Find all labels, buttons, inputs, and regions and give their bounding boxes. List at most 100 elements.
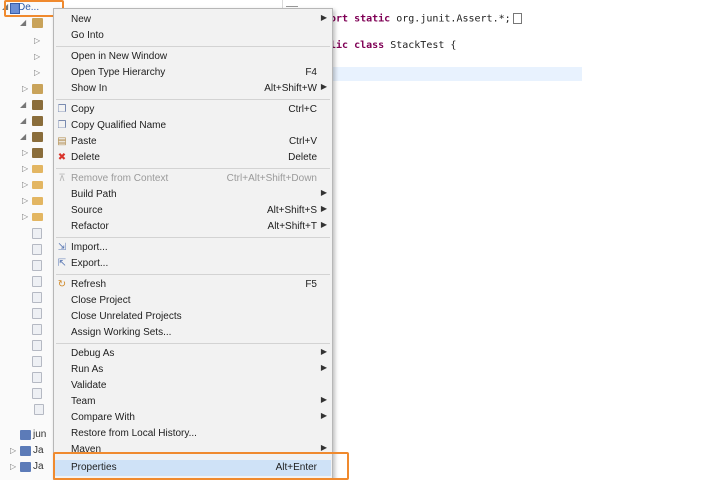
chevron-right-icon[interactable]: ▷ bbox=[34, 68, 42, 78]
tree-item[interactable]: ▷ bbox=[0, 210, 60, 224]
menu-item-close-project[interactable]: Close Project bbox=[55, 293, 331, 309]
menu-label: Refactor bbox=[71, 221, 109, 232]
tree-item[interactable]: ▷ bbox=[0, 162, 60, 176]
menu-item-copy[interactable]: ❐ Copy Ctrl+C bbox=[55, 102, 331, 118]
menu-item-assign-working-sets[interactable]: Assign Working Sets... bbox=[55, 325, 331, 341]
menu-item-compare-with[interactable]: Compare With ▶ bbox=[55, 410, 331, 426]
menu-item-import[interactable]: ⇲ Import... bbox=[55, 240, 331, 256]
menu-item-refactor[interactable]: Refactor Alt+Shift+T ▶ bbox=[55, 219, 331, 235]
tree-label: Ja bbox=[33, 445, 44, 456]
menu-label: Source bbox=[71, 205, 103, 216]
file-icon bbox=[32, 260, 42, 271]
menu-label: Show In bbox=[71, 83, 108, 94]
tree-item[interactable] bbox=[0, 242, 60, 256]
menu-label: Close Unrelated Projects bbox=[71, 311, 182, 322]
menu-label: Paste bbox=[71, 136, 97, 147]
menu-label: Refresh bbox=[71, 279, 107, 290]
tree-item[interactable] bbox=[0, 274, 60, 288]
package-icon bbox=[32, 18, 43, 28]
chevron-right-icon[interactable]: ▷ bbox=[22, 180, 30, 190]
menu-item-show-in[interactable]: Show In Alt+Shift+W ▶ bbox=[55, 81, 331, 97]
file-icon bbox=[32, 292, 42, 303]
tree-item[interactable] bbox=[0, 354, 60, 368]
tree-item[interactable]: ▷ bbox=[0, 178, 60, 192]
tree-item[interactable]: ▷ bbox=[0, 82, 60, 96]
tree-item[interactable] bbox=[0, 338, 60, 352]
chevron-down-icon[interactable]: ◢ bbox=[20, 116, 28, 126]
menu-item-go-into[interactable]: Go Into bbox=[55, 28, 331, 44]
chevron-right-icon[interactable]: ▷ bbox=[10, 462, 18, 472]
menu-item-team[interactable]: Team ▶ bbox=[55, 394, 331, 410]
chevron-down-icon[interactable]: ◢ bbox=[20, 100, 28, 110]
tree-item[interactable]: ▷ bbox=[0, 146, 60, 160]
menu-item-open-type-hierarchy[interactable]: Open Type Hierarchy F4 bbox=[55, 65, 331, 81]
menu-label: Validate bbox=[71, 380, 107, 391]
copy-qualified-icon: ❐ bbox=[57, 120, 67, 131]
tree-item[interactable]: ▷ bbox=[0, 66, 60, 80]
tree-item[interactable]: ◢ bbox=[0, 16, 60, 30]
tree-item[interactable]: ◢ bbox=[0, 114, 60, 128]
tree-item[interactable] bbox=[0, 226, 60, 240]
chevron-right-icon[interactable]: ▷ bbox=[34, 52, 42, 62]
chevron-right-icon[interactable]: ▷ bbox=[22, 84, 30, 94]
submenu-arrow-icon: ▶ bbox=[320, 188, 327, 197]
chevron-right-icon[interactable]: ▷ bbox=[34, 36, 42, 46]
chevron-right-icon[interactable]: ▷ bbox=[22, 148, 30, 158]
tree-item[interactable]: ▷ bbox=[0, 34, 60, 48]
tree-item[interactable] bbox=[0, 290, 60, 304]
file-icon bbox=[32, 244, 42, 255]
menu-item-export[interactable]: ⇱ Export... bbox=[55, 256, 331, 272]
tree-item[interactable]: ◢ bbox=[0, 130, 60, 144]
code-line-class[interactable]: lic class StackTest { bbox=[330, 40, 456, 51]
tree-item[interactable]: ▷ bbox=[0, 50, 60, 64]
menu-label: Team bbox=[71, 396, 96, 407]
package-icon bbox=[32, 84, 43, 94]
chevron-right-icon[interactable]: ▷ bbox=[10, 446, 18, 456]
code-text: org.junit.Assert.*; bbox=[390, 13, 511, 25]
menu-separator bbox=[56, 274, 330, 275]
menu-item-paste[interactable]: ▤ Paste Ctrl+V bbox=[55, 134, 331, 150]
tree-item[interactable] bbox=[0, 322, 60, 336]
tree-item[interactable]: ◢ bbox=[0, 98, 60, 112]
menu-shortcut: Delete bbox=[288, 152, 317, 163]
code-editor[interactable]: ort static org.junit.Assert.*; lic class… bbox=[282, 0, 720, 480]
menu-label: Assign Working Sets... bbox=[71, 327, 172, 338]
submenu-arrow-icon: ▶ bbox=[320, 13, 327, 22]
menu-item-delete[interactable]: ✖ Delete Delete bbox=[55, 150, 331, 166]
tree-item[interactable] bbox=[0, 306, 60, 320]
menu-item-build-path[interactable]: Build Path ▶ bbox=[55, 187, 331, 203]
code-line-import[interactable]: ort static org.junit.Assert.*; bbox=[330, 13, 522, 25]
menu-item-debug-as[interactable]: Debug As ▶ bbox=[55, 346, 331, 362]
menu-label: Remove from Context bbox=[71, 173, 169, 184]
tree-item[interactable] bbox=[0, 386, 60, 400]
menu-item-open-new-window[interactable]: Open in New Window bbox=[55, 49, 331, 65]
menu-label: Delete bbox=[71, 152, 100, 163]
menu-label: Close Project bbox=[71, 295, 131, 306]
menu-item-validate[interactable]: Validate bbox=[55, 378, 331, 394]
context-menu: New ▶ Go Into Open in New Window Open Typ… bbox=[53, 8, 333, 480]
menu-item-run-as[interactable]: Run As ▶ bbox=[55, 362, 331, 378]
menu-item-refresh[interactable]: ↻ Refresh F5 bbox=[55, 277, 331, 293]
menu-item-source[interactable]: Source Alt+Shift+S ▶ bbox=[55, 203, 331, 219]
tree-item[interactable] bbox=[0, 402, 60, 416]
tree-item[interactable] bbox=[0, 258, 60, 272]
folder-icon bbox=[32, 181, 43, 189]
file-icon bbox=[32, 276, 42, 287]
menu-item-restore-local-history[interactable]: Restore from Local History... bbox=[55, 426, 331, 442]
chevron-right-icon[interactable]: ▷ bbox=[22, 196, 30, 206]
tree-item[interactable]: ▷ bbox=[0, 194, 60, 208]
menu-item-new[interactable]: New ▶ bbox=[55, 12, 331, 28]
tree-item-ja2[interactable]: ▷ Ja bbox=[0, 460, 60, 474]
chevron-right-icon[interactable]: ▷ bbox=[22, 212, 30, 222]
tree-item-ja1[interactable]: ▷ Ja bbox=[0, 444, 60, 458]
menu-item-remove-from-context[interactable]: ⊼ Remove from Context Ctrl+Alt+Shift+Down bbox=[55, 171, 331, 187]
tree-item[interactable] bbox=[0, 370, 60, 384]
folded-import-icon[interactable] bbox=[512, 13, 522, 24]
tree-item-jun[interactable]: jun bbox=[0, 428, 60, 442]
chevron-down-icon[interactable]: ◢ bbox=[20, 132, 28, 142]
menu-shortcut: Ctrl+V bbox=[288, 136, 317, 147]
chevron-right-icon[interactable]: ▷ bbox=[22, 164, 30, 174]
menu-item-copy-qualified-name[interactable]: ❐ Copy Qualified Name bbox=[55, 118, 331, 134]
chevron-down-icon[interactable]: ◢ bbox=[20, 18, 28, 28]
menu-item-close-unrelated-projects[interactable]: Close Unrelated Projects bbox=[55, 309, 331, 325]
